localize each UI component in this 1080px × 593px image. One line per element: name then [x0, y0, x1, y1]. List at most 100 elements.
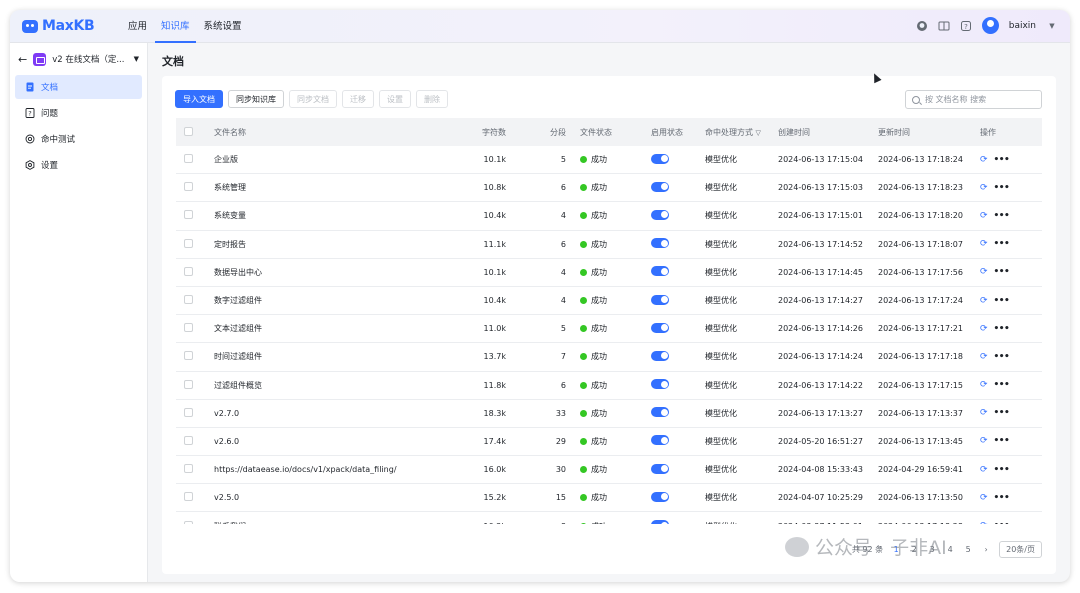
more-icon[interactable]: •••: [994, 521, 1010, 524]
more-icon[interactable]: •••: [994, 465, 1010, 475]
enable-toggle[interactable]: [651, 435, 669, 446]
nav-applications[interactable]: 应用: [122, 10, 153, 43]
import-document-button[interactable]: 导入文档: [175, 90, 223, 108]
sync-icon[interactable]: ⟳: [980, 465, 988, 475]
delete-button[interactable]: 删除: [416, 90, 448, 108]
file-name[interactable]: 数字过滤组件: [200, 295, 446, 306]
more-icon[interactable]: •••: [994, 436, 1010, 446]
page-size-select[interactable]: 20条/页: [999, 541, 1042, 558]
sidebar-item-settings[interactable]: 设置: [15, 153, 142, 177]
sync-icon[interactable]: ⟳: [980, 436, 988, 446]
row-checkbox[interactable]: [184, 323, 193, 333]
file-name[interactable]: 数据导出中心: [200, 267, 446, 278]
back-arrow-icon[interactable]: ←: [18, 53, 27, 66]
search-box[interactable]: [905, 90, 1042, 109]
nav-system-settings[interactable]: 系统设置: [198, 10, 248, 43]
row-checkbox[interactable]: [184, 154, 193, 164]
sync-icon[interactable]: ⟳: [980, 380, 988, 390]
nav-knowledge-base[interactable]: 知识库: [155, 10, 196, 43]
more-icon[interactable]: •••: [994, 183, 1010, 193]
table-row[interactable]: 联系我们10.2k8成功 模型优化2024-03-27 11:53:012024-…: [176, 512, 1042, 524]
more-icon[interactable]: •••: [994, 352, 1010, 362]
row-checkbox[interactable]: [184, 520, 193, 524]
github-icon[interactable]: [916, 20, 928, 32]
enable-toggle[interactable]: [651, 266, 669, 277]
row-checkbox[interactable]: [184, 351, 193, 361]
kb-selector[interactable]: ← v2 在线文档（定... ▼: [10, 43, 147, 75]
select-all-checkbox[interactable]: [184, 126, 193, 136]
header-chars[interactable]: 字符数: [446, 127, 506, 138]
sync-icon[interactable]: ⟳: [980, 352, 988, 362]
page-5[interactable]: 5: [963, 545, 973, 554]
table-row[interactable]: 时间过滤组件 13.7k 7 成功 模型优化 2024-06-13 17:14:24 202…: [176, 343, 1042, 372]
more-icon[interactable]: •••: [994, 380, 1010, 390]
enable-toggle[interactable]: [651, 463, 669, 474]
file-name[interactable]: https://dataease.io/docs/v1/xpack/data_f…: [200, 465, 446, 474]
table-row[interactable]: v2.7.0 18.3k 33 成功 模型优化 2024-06-13 17:13:27 20…: [176, 400, 1042, 428]
more-icon[interactable]: •••: [994, 493, 1010, 503]
file-name[interactable]: v2.5.0: [200, 493, 446, 502]
settings-button[interactable]: 设置: [379, 90, 411, 108]
row-checkbox[interactable]: [184, 210, 193, 220]
table-row[interactable]: 数据导出中心 10.1k 4 成功 模型优化 2024-06-13 17:14:45 202…: [176, 259, 1042, 287]
table-row[interactable]: 过滤组件概览 11.8k 6 成功 模型优化 2024-06-13 17:14:22 202…: [176, 372, 1042, 400]
file-name[interactable]: 企业版: [200, 154, 446, 165]
book-icon[interactable]: [938, 20, 950, 32]
file-name[interactable]: 系统变量: [200, 210, 446, 221]
file-name[interactable]: 文本过滤组件: [200, 323, 446, 334]
filter-icon[interactable]: ▽: [756, 129, 761, 137]
enable-toggle[interactable]: [651, 294, 669, 305]
sync-icon[interactable]: ⟳: [980, 155, 988, 165]
row-checkbox[interactable]: [184, 295, 193, 305]
sync-icon[interactable]: ⟳: [980, 521, 988, 524]
row-checkbox[interactable]: [184, 379, 193, 389]
app-logo[interactable]: MaxKB: [22, 18, 95, 34]
enable-toggle[interactable]: [651, 407, 669, 418]
file-name[interactable]: 定时报告: [200, 239, 446, 250]
sync-icon[interactable]: ⟳: [980, 324, 988, 334]
enable-toggle[interactable]: [651, 350, 669, 361]
row-checkbox[interactable]: [184, 238, 193, 248]
sidebar-item-questions[interactable]: ? 问题: [15, 101, 142, 125]
sync-icon[interactable]: ⟳: [980, 493, 988, 503]
file-name[interactable]: 联系我们: [200, 521, 446, 524]
table-row[interactable]: 系统管理 10.8k 6 成功 模型优化 2024-06-13 17:15:03 2024-…: [176, 174, 1042, 203]
table-row[interactable]: https://dataease.io/docs/v1/xpack/data_f…: [176, 456, 1042, 485]
sync-icon[interactable]: ⟳: [980, 408, 988, 418]
row-checkbox[interactable]: [184, 464, 193, 474]
more-icon[interactable]: •••: [994, 324, 1010, 334]
row-checkbox[interactable]: [184, 266, 193, 276]
row-checkbox[interactable]: [184, 407, 193, 417]
more-icon[interactable]: •••: [994, 267, 1010, 277]
file-name[interactable]: v2.6.0: [200, 437, 446, 446]
sync-document-button[interactable]: 同步文档: [289, 90, 337, 108]
kb-name[interactable]: v2 在线文档（定...: [52, 53, 127, 65]
more-icon[interactable]: •••: [994, 211, 1010, 221]
enable-toggle[interactable]: [651, 181, 669, 192]
sync-icon[interactable]: ⟳: [980, 296, 988, 306]
chevron-down-icon[interactable]: ▼: [1046, 20, 1058, 32]
file-name[interactable]: 系统管理: [200, 182, 446, 193]
sidebar-item-hit-test[interactable]: 命中测试: [15, 127, 142, 151]
caret-down-icon[interactable]: ▼: [134, 55, 139, 63]
enable-toggle[interactable]: [651, 322, 669, 333]
sidebar-item-documents[interactable]: 文档: [15, 75, 142, 99]
header-created[interactable]: 创建时间: [778, 127, 878, 138]
header-updated[interactable]: 更新时间: [878, 127, 978, 138]
search-input[interactable]: [925, 95, 1035, 104]
row-checkbox[interactable]: [184, 492, 193, 502]
sync-knowledge-base-button[interactable]: 同步知识库: [228, 90, 284, 108]
sync-icon[interactable]: ⟳: [980, 183, 988, 193]
table-row[interactable]: 企业版 10.1k 5 成功 模型优化 2024-06-13 17:15:04 2024-0…: [176, 146, 1042, 175]
sync-icon[interactable]: ⟳: [980, 267, 988, 277]
more-icon[interactable]: •••: [994, 155, 1010, 165]
enable-toggle[interactable]: [651, 520, 669, 524]
enable-toggle[interactable]: [651, 238, 669, 249]
enable-toggle[interactable]: [651, 209, 669, 220]
sync-icon[interactable]: ⟳: [980, 211, 988, 221]
table-row[interactable]: v2.5.0 15.2k 15 成功 模型优化 2024-04-07 10:25:29 20…: [176, 484, 1042, 513]
file-name[interactable]: 过滤组件概览: [200, 380, 446, 391]
more-icon[interactable]: •••: [994, 408, 1010, 418]
help-icon[interactable]: ?: [960, 20, 972, 32]
table-row[interactable]: 系统变量 10.4k 4 成功 模型优化 2024-06-13 17:15:01 2024-…: [176, 202, 1042, 231]
